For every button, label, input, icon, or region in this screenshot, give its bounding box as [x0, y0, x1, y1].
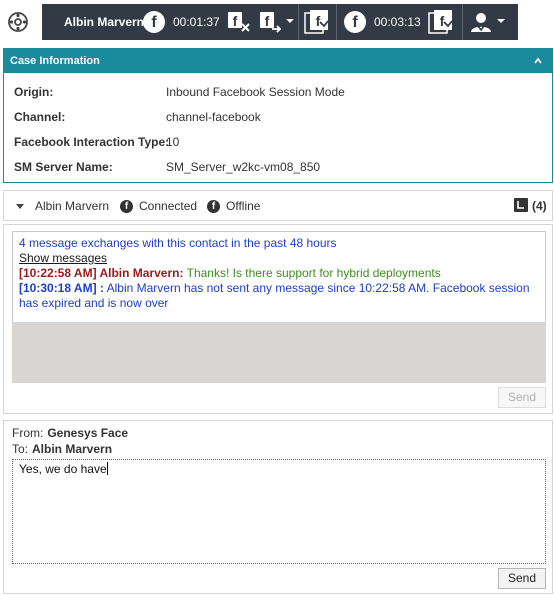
case-value: SM_Server_w2kc-vm08_850 — [166, 160, 321, 174]
svg-text:f: f — [440, 13, 445, 29]
agent-name: Albin Marvern — [64, 15, 145, 29]
disabled-reply-area — [12, 322, 546, 383]
transfer-icon[interactable]: f — [258, 10, 284, 34]
divider — [336, 4, 337, 40]
exchange-summary: 4 message exchanges with this contact in… — [19, 236, 337, 250]
svg-text:f: f — [233, 13, 238, 29]
participant-name[interactable]: Albin Marvern — [35, 199, 109, 213]
message-text: has expired and is now over — [19, 296, 169, 310]
case-label: Origin: — [14, 85, 54, 99]
case-label: SM Server Name: — [14, 160, 113, 174]
message-input[interactable]: Yes, we do have — [12, 459, 546, 564]
text-cursor — [106, 462, 108, 475]
facebook-icon: f — [344, 11, 366, 33]
chevron-up-icon[interactable] — [534, 57, 542, 65]
show-messages-link[interactable]: Show messages — [19, 251, 107, 265]
message-sender: [10:22:58 AM] Albin Marvern: — [19, 266, 184, 280]
interaction-timer: 00:01:37 — [173, 15, 220, 29]
transcript-area: 4 message exchanges with this contact in… — [12, 231, 546, 323]
from-row: From: Genesys Face — [12, 426, 128, 440]
divider — [462, 4, 463, 40]
to-value: Albin Marvern — [32, 442, 113, 456]
top-toolbar: Albin Marvern f 00:01:37 f f f f 00:03:1… — [0, 0, 554, 44]
expand-participant-icon[interactable] — [16, 204, 24, 209]
message-text: Thanks! Is there support for hybrid depl… — [186, 266, 441, 280]
send-button-disabled: Send — [498, 387, 546, 408]
chevron-down-icon[interactable] — [286, 19, 294, 23]
chevron-down-icon[interactable] — [497, 19, 505, 23]
svg-text:f: f — [265, 13, 270, 29]
case-information-panel: Case Information Origin: Inbound Faceboo… — [3, 48, 553, 183]
end-chat-icon[interactable]: f — [226, 10, 252, 34]
case-information-header[interactable]: Case Information — [4, 49, 552, 73]
facebook-icon: f — [143, 11, 165, 33]
from-value: Genesys Face — [47, 426, 129, 440]
case-value: channel-facebook — [166, 110, 261, 124]
participants-bar: Albin Marvern f Connected f Offline (4) — [3, 190, 553, 221]
participant-status-connected: Connected — [139, 199, 198, 213]
divider — [298, 4, 299, 40]
interaction-bar: Albin Marvern f 00:01:37 f f f f 00:03:1… — [42, 4, 518, 40]
case-information-title: Case Information — [10, 55, 100, 67]
to-label: To: — [12, 442, 29, 456]
facebook-icon: f — [120, 200, 133, 213]
interaction-timer: 00:03:13 — [374, 15, 421, 29]
history-count: (4) — [532, 199, 547, 213]
compose-panel: From: Genesys Face To: Albin Marvern Yes, … — [3, 420, 553, 594]
history-icon[interactable] — [514, 198, 528, 212]
party-actions-icon[interactable] — [468, 10, 494, 34]
message-text: Albin Marvern has not sent any message s… — [106, 281, 530, 295]
message-input-text: Yes, we do have — [19, 462, 107, 476]
done-icon[interactable]: f — [304, 10, 330, 34]
svg-text:f: f — [316, 13, 321, 29]
participant-status-offline: Offline — [226, 199, 261, 213]
done-icon[interactable]: f — [428, 10, 454, 34]
workspace-icon[interactable] — [6, 10, 30, 34]
to-row: To: Albin Marvern — [12, 442, 112, 456]
message-sender: [10:30:18 AM] : — [19, 281, 104, 295]
facebook-icon: f — [207, 200, 220, 213]
case-label: Channel: — [14, 110, 66, 124]
case-value: 10 — [166, 135, 180, 149]
case-label: Facebook Interaction Type: — [14, 135, 170, 149]
from-label: From: — [12, 426, 44, 440]
case-value: Inbound Facebook Session Mode — [166, 85, 345, 99]
send-button[interactable]: Send — [498, 568, 546, 589]
chat-transcript-panel: 4 message exchanges with this contact in… — [3, 224, 553, 414]
